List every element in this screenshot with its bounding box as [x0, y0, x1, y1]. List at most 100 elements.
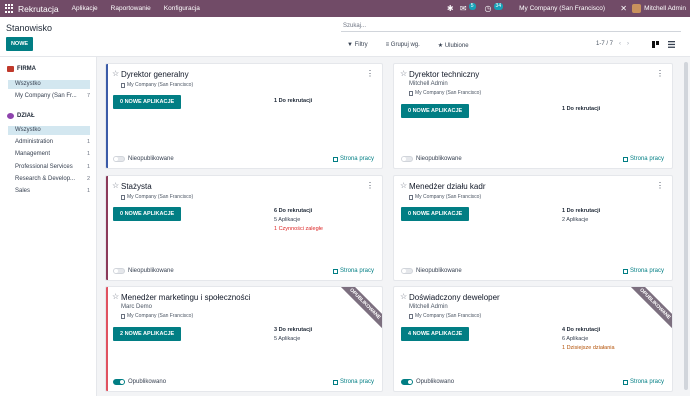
- menu-konfiguracja[interactable]: Konfiguracja: [164, 5, 200, 12]
- to-recruit-stat[interactable]: 3 Do rekrutacji: [274, 327, 312, 334]
- card-menu-icon[interactable]: ⋮: [366, 69, 374, 78]
- job-title[interactable]: Dyrektor generalny: [121, 70, 189, 79]
- job-page-link[interactable]: Strona pracy: [332, 379, 374, 385]
- scrollbar[interactable]: [684, 62, 688, 390]
- overdue-activities-stat[interactable]: 1 Czynności zaległe: [274, 226, 323, 233]
- card-menu-icon[interactable]: ⋮: [656, 181, 664, 190]
- search-input[interactable]: Szukaj...: [341, 21, 681, 32]
- pager-prev-icon[interactable]: ‹: [619, 41, 621, 47]
- activity-badge: 34: [493, 2, 504, 10]
- to-recruit-stat[interactable]: 6 Do rekrutacji: [274, 208, 312, 215]
- publish-toggle[interactable]: [401, 379, 413, 385]
- to-recruit-stat[interactable]: 1 Do rekrutacji: [562, 208, 600, 215]
- applications-stat[interactable]: 6 Aplikacje: [562, 336, 588, 343]
- job-title[interactable]: Doświadczony deweloper: [409, 293, 500, 302]
- job-manager: Mitchell Admin: [409, 304, 448, 310]
- dept-item-sales[interactable]: Sales 1: [8, 187, 90, 196]
- job-card[interactable]: ☆ Dyrektor techniczny ⋮ Mitchell Admin M…: [393, 63, 673, 169]
- activity-clock-icon[interactable]: ◷: [484, 4, 493, 13]
- favorite-star-icon[interactable]: ☆: [112, 293, 119, 301]
- building-icon: [121, 194, 125, 200]
- card-color-bar: [106, 64, 108, 168]
- new-applications-button[interactable]: 4 NOWE APLIKACJE: [401, 327, 470, 341]
- company-item-all[interactable]: Wszystko: [8, 80, 90, 89]
- company-switcher[interactable]: My Company (San Francisco): [519, 5, 605, 12]
- favorite-star-icon[interactable]: ☆: [112, 182, 119, 190]
- job-page-link[interactable]: Strona pracy: [332, 156, 374, 162]
- app-grid-icon[interactable]: [5, 3, 15, 14]
- new-applications-button[interactable]: 0 NOWE APLIKACJE: [113, 95, 182, 109]
- job-page-link[interactable]: Strona pracy: [622, 268, 664, 274]
- job-card[interactable]: ☆ Menedżer działu kadr ⋮ My Company (San…: [393, 175, 673, 281]
- job-card[interactable]: OPUBLIKOWANE ☆ Doświadczony deweloper Mi…: [393, 286, 673, 392]
- building-icon: [121, 82, 125, 88]
- card-menu-icon[interactable]: ⋮: [366, 181, 374, 190]
- card-color-bar: [106, 287, 108, 391]
- job-title[interactable]: Menedżer marketingu i społeczności: [121, 293, 250, 302]
- new-applications-button[interactable]: 2 NOWE APLIKACJE: [113, 327, 182, 341]
- applications-stat[interactable]: 2 Aplikacje: [562, 217, 588, 224]
- groupby-button[interactable]: ≡ Grupuj wg.: [386, 42, 429, 48]
- menu-aplikacje[interactable]: Aplikacje: [72, 5, 98, 12]
- kanban-view-icon[interactable]: [652, 41, 659, 48]
- dept-item-label: Professional Services: [15, 164, 73, 170]
- menu-raportowanie[interactable]: Raportowanie: [111, 5, 151, 12]
- card-menu-icon[interactable]: ⋮: [656, 69, 664, 78]
- publish-toggle[interactable]: [113, 268, 125, 274]
- applications-stat[interactable]: 5 Aplikacje: [274, 336, 300, 343]
- applications-stat[interactable]: 5 Aplikacje: [274, 217, 300, 224]
- pager-next-icon[interactable]: ›: [627, 41, 629, 47]
- job-title[interactable]: Stażysta: [121, 182, 152, 191]
- new-applications-button[interactable]: 0 NOWE APLIKACJE: [113, 207, 182, 221]
- app-name[interactable]: Rekrutacja: [18, 4, 59, 14]
- to-recruit-stat[interactable]: 1 Do rekrutacji: [562, 106, 600, 113]
- job-title[interactable]: Menedżer działu kadr: [409, 182, 485, 191]
- avatar[interactable]: [632, 4, 642, 13]
- dept-item-professional-services[interactable]: Professional Services 1: [8, 163, 90, 172]
- job-title[interactable]: Dyrektor techniczny: [409, 70, 479, 79]
- to-recruit-stat[interactable]: 4 Do rekrutacji: [562, 327, 600, 334]
- job-page-link[interactable]: Strona pracy: [622, 156, 664, 162]
- favorite-star-icon[interactable]: ☆: [112, 70, 119, 78]
- user-menu[interactable]: Mitchell Admin: [644, 5, 686, 12]
- job-page-link[interactable]: Strona pracy: [332, 268, 374, 274]
- favorite-star-icon[interactable]: ☆: [400, 182, 407, 190]
- job-page-label: Strona pracy: [339, 379, 374, 385]
- job-card[interactable]: OPUBLIKOWANE ☆ Menedżer marketingu i spo…: [105, 286, 383, 392]
- company-label: My Company (San Francisco): [121, 313, 193, 319]
- today-activities-stat[interactable]: 1 Dzisiejsze działania: [562, 345, 615, 352]
- dept-item-all[interactable]: Wszystko: [8, 126, 90, 135]
- favorite-star-icon[interactable]: ☆: [400, 293, 407, 301]
- messages-icon[interactable]: ✉: [459, 4, 468, 13]
- dept-item-administration[interactable]: Administration 1: [8, 138, 90, 147]
- building-icon: [409, 90, 413, 96]
- dept-item-research-development[interactable]: Research & Develop... 2: [8, 175, 90, 184]
- building-icon: [7, 66, 14, 72]
- to-recruit-stat[interactable]: 1 Do rekrutacji: [274, 98, 312, 105]
- publish-toggle[interactable]: [113, 156, 125, 162]
- job-card[interactable]: ☆ Dyrektor generalny ⋮ My Company (San F…: [105, 63, 383, 169]
- favorite-star-icon[interactable]: ☆: [400, 70, 407, 78]
- publish-status: Nieopublikowane: [416, 268, 462, 274]
- new-applications-button[interactable]: 0 NOWE APLIKACJE: [401, 104, 470, 118]
- list-view-icon[interactable]: [668, 41, 675, 48]
- company-item-my-company[interactable]: My Company (San Fr... 7: [8, 92, 90, 101]
- job-page-link[interactable]: Strona pracy: [622, 379, 664, 385]
- dept-item-count: 1: [86, 139, 90, 145]
- job-page-label: Strona pracy: [629, 268, 664, 274]
- publish-toggle[interactable]: [113, 379, 125, 385]
- dept-item-management[interactable]: Management 1: [8, 150, 90, 159]
- pager-value[interactable]: 1-7 / 7: [596, 41, 613, 47]
- job-card[interactable]: ☆ Stażysta ⋮ My Company (San Francisco) …: [105, 175, 383, 281]
- filters-button[interactable]: ▼ Filtry: [347, 42, 377, 48]
- bug-icon[interactable]: ✱: [446, 4, 455, 13]
- new-button[interactable]: NOWE: [6, 37, 33, 51]
- publish-toggle[interactable]: [401, 268, 413, 274]
- tools-icon[interactable]: ✕: [619, 4, 628, 13]
- new-applications-button[interactable]: 0 NOWE APLIKACJE: [401, 207, 470, 221]
- filters-label: Filtry: [354, 42, 368, 48]
- external-link-icon: [332, 379, 338, 385]
- favorites-button[interactable]: ★ Ulubione: [438, 42, 478, 49]
- company-name: My Company (San Francisco): [127, 82, 194, 88]
- publish-toggle[interactable]: [401, 156, 413, 162]
